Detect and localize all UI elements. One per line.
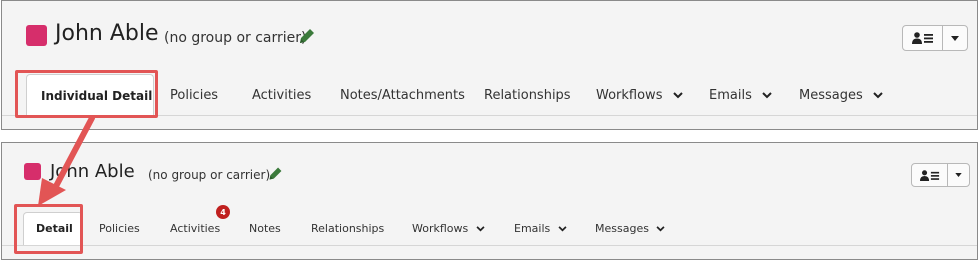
tab-workflows-label: Workflows xyxy=(596,88,663,103)
tab-messages[interactable]: Messages xyxy=(595,222,665,235)
chevron-down-icon xyxy=(762,92,772,99)
tab-emails[interactable]: Emails xyxy=(514,222,567,235)
tab-messages-label: Messages xyxy=(595,222,649,235)
chevron-down-icon xyxy=(558,226,567,232)
contact-list-button[interactable] xyxy=(912,164,948,186)
tab-notes-attachments[interactable]: Notes/Attachments xyxy=(340,88,465,103)
contact-subtitle: (no group or carrier) xyxy=(148,168,271,182)
caret-down-icon xyxy=(955,173,962,177)
tab-policies[interactable]: Policies xyxy=(170,88,218,103)
tab-divider xyxy=(2,245,977,246)
contact-list-button[interactable] xyxy=(903,26,943,50)
bottom-screenshot-panel: John Able (no group or carrier) Detail P… xyxy=(1,142,978,260)
contact-list-icon xyxy=(919,169,939,181)
tab-emails-label: Emails xyxy=(709,88,752,103)
contact-menu-button-group xyxy=(911,163,970,187)
tab-relationships[interactable]: Relationships xyxy=(311,222,384,235)
tab-workflows-label: Workflows xyxy=(412,222,469,235)
tab-policies[interactable]: Policies xyxy=(99,222,140,235)
tab-notes[interactable]: Notes xyxy=(249,222,281,235)
tab-workflows[interactable]: Workflows xyxy=(596,88,683,103)
pencil-icon[interactable] xyxy=(297,26,317,46)
chevron-down-icon xyxy=(476,226,485,232)
tab-activities[interactable]: Activities xyxy=(170,222,220,235)
tab-relationships[interactable]: Relationships xyxy=(484,88,571,103)
chevron-down-icon xyxy=(672,92,683,99)
contact-menu-button-group xyxy=(902,25,968,51)
tab-activities[interactable]: Activities xyxy=(252,88,311,103)
activities-count-badge: 4 xyxy=(216,205,230,219)
pencil-icon[interactable] xyxy=(267,165,284,182)
chevron-down-icon xyxy=(873,92,883,99)
contact-list-icon xyxy=(911,32,933,44)
contact-color-square xyxy=(24,163,41,180)
contact-color-square xyxy=(26,25,47,46)
contact-subtitle: (no group or carrier) xyxy=(164,30,307,46)
highlight-box-detail xyxy=(14,204,83,254)
contact-dropdown-button[interactable] xyxy=(948,164,969,186)
tab-emails[interactable]: Emails xyxy=(709,88,772,103)
contact-name: John Able xyxy=(55,21,159,46)
contact-dropdown-button[interactable] xyxy=(943,26,967,50)
tab-workflows[interactable]: Workflows xyxy=(412,222,485,235)
tab-messages[interactable]: Messages xyxy=(799,88,883,103)
highlight-box-individual-detail xyxy=(15,70,158,118)
chevron-down-icon xyxy=(656,226,665,232)
caret-down-icon xyxy=(951,35,959,41)
contact-name: John Able xyxy=(50,161,135,182)
tab-emails-label: Emails xyxy=(514,222,551,235)
tab-messages-label: Messages xyxy=(799,88,863,103)
